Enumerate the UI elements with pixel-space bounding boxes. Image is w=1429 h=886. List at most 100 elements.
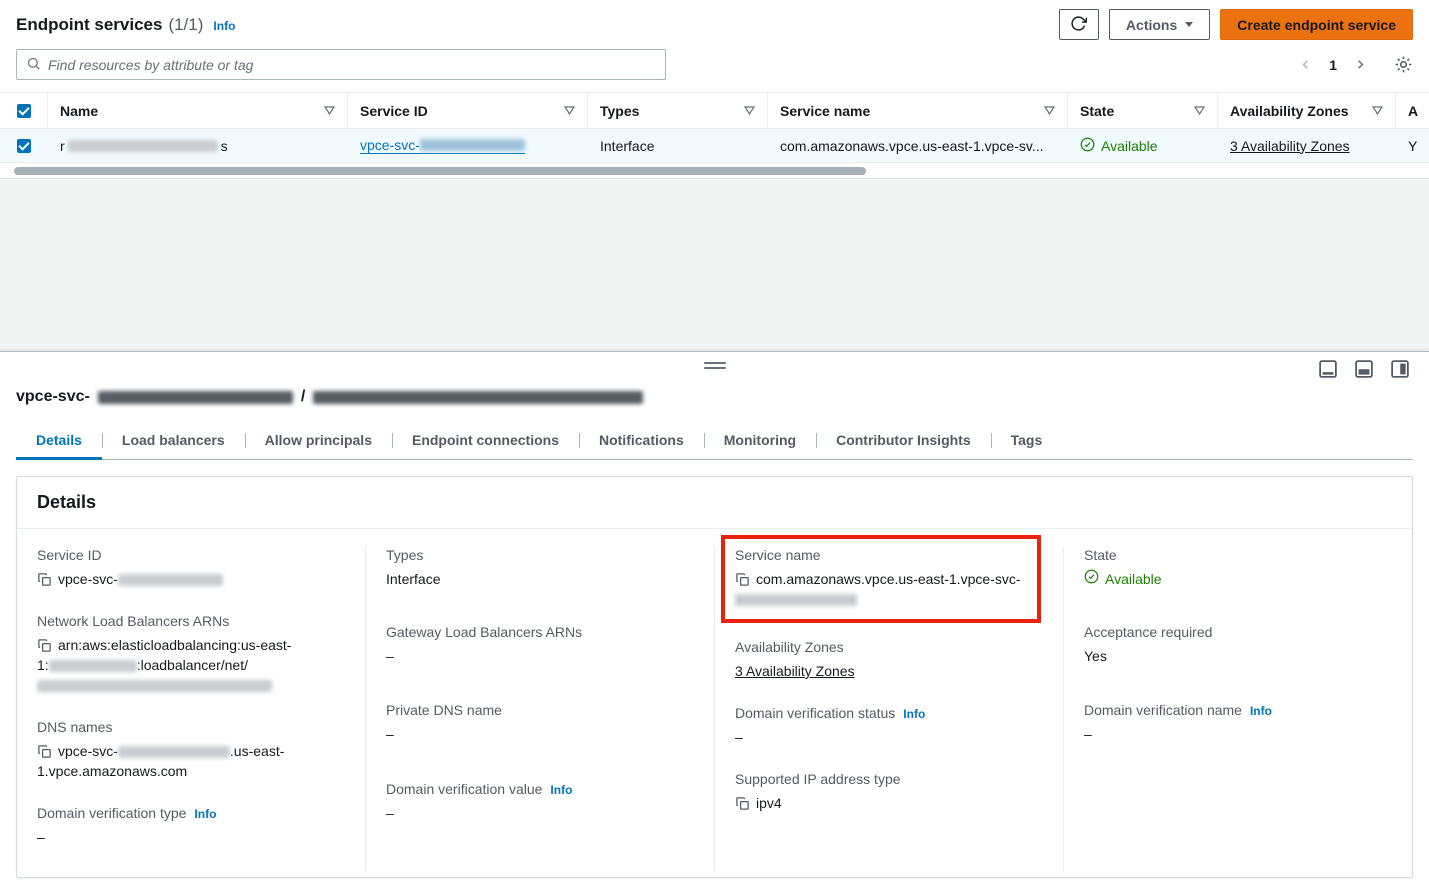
next-page-button[interactable] — [1353, 57, 1368, 72]
tab-load-balancers[interactable]: Load balancers — [102, 422, 245, 459]
field-label: Domain verification statusInfo — [735, 705, 1043, 721]
column-label: A — [1408, 103, 1418, 119]
tab-contributor-insights[interactable]: Contributor Insights — [816, 422, 991, 459]
redacted-text — [313, 391, 643, 404]
panel-split-vertical-icon[interactable] — [1389, 358, 1411, 380]
select-all-checkbox[interactable] — [17, 104, 31, 118]
filter-icon[interactable] — [1044, 106, 1055, 115]
info-link[interactable]: Info — [1250, 704, 1272, 718]
panel-position-bottom-icon[interactable] — [1317, 358, 1339, 380]
settings-gear-icon[interactable] — [1394, 55, 1413, 74]
details-column-1: Service ID vpce-svc- Network Load Balanc… — [17, 547, 365, 871]
cell-service-name: com.amazonaws.vpce.us-east-1.vpce-sv... — [768, 129, 1068, 162]
copy-icon[interactable] — [37, 744, 52, 759]
filter-icon[interactable] — [564, 106, 575, 115]
filter-icon[interactable] — [744, 106, 755, 115]
field-label: Private DNS name — [386, 702, 694, 718]
search-box[interactable] — [16, 49, 666, 80]
field-domain-verification-value: Domain verification valueInfo – — [386, 781, 694, 823]
horizontal-scrollbar-thumb[interactable] — [14, 167, 866, 175]
info-link[interactable]: Info — [550, 783, 572, 797]
value-text: arn:aws:elasticloadbalancing:us-east- — [58, 637, 291, 653]
app-root: Endpoint services (1/1) Info Actions Cre… — [0, 0, 1429, 886]
field-value: Yes — [1084, 646, 1392, 666]
column-header-state[interactable]: State — [1068, 93, 1218, 128]
chevron-down-icon — [1185, 22, 1193, 27]
search-icon — [26, 56, 41, 74]
details-split-panel: vpce-svc- / Details Load balancers Allow… — [0, 351, 1429, 886]
search-input[interactable] — [48, 57, 656, 73]
field-label: Domain verification typeInfo — [37, 805, 345, 821]
value-text: 1: — [37, 657, 49, 673]
field-domain-verification-name: Domain verification nameInfo – — [1084, 702, 1392, 744]
field-value: 3 Availability Zones — [735, 661, 1043, 681]
field-value: – — [37, 827, 345, 847]
field-dns-names: DNS names vpce-svc-.us-east- 1.vpce.amaz… — [37, 719, 345, 781]
copy-icon[interactable] — [37, 638, 52, 653]
state-text: Available — [1105, 569, 1162, 589]
field-label: Gateway Load Balancers ARNs — [386, 624, 694, 640]
check-circle-icon — [1080, 137, 1095, 155]
copy-icon[interactable] — [37, 572, 52, 587]
service-id-link[interactable]: vpce-svc- — [360, 138, 525, 154]
field-nlb-arns: Network Load Balancers ARNs arn:aws:elas… — [37, 613, 345, 695]
actions-button[interactable]: Actions — [1109, 9, 1210, 40]
field-domain-verification-type: Domain verification typeInfo – — [37, 805, 345, 847]
cell-types: Interface — [588, 129, 768, 162]
create-endpoint-service-button[interactable]: Create endpoint service — [1220, 9, 1413, 40]
field-value: – — [386, 803, 694, 823]
filter-icon[interactable] — [324, 106, 335, 115]
table-row[interactable]: r s vpce-svc- Interface com.amazonaws.vp… — [0, 129, 1429, 163]
field-label: DNS names — [37, 719, 345, 735]
field-label: Service name — [735, 547, 1027, 563]
field-value: com.amazonaws.vpce.us-east-1.vpce-svc- — [735, 569, 1027, 609]
copy-icon[interactable] — [735, 572, 750, 587]
tab-endpoint-connections[interactable]: Endpoint connections — [392, 422, 579, 459]
column-header-service-name[interactable]: Service name — [768, 93, 1068, 128]
value-text: vpce-svc- — [58, 571, 118, 587]
field-value: Available — [1084, 569, 1392, 589]
tab-tags[interactable]: Tags — [991, 422, 1063, 459]
tab-allow-principals[interactable]: Allow principals — [245, 422, 392, 459]
field-value: – — [386, 724, 694, 744]
info-link[interactable]: Info — [213, 19, 235, 33]
cell-state: Available — [1068, 129, 1218, 162]
column-label: Availability Zones — [1230, 103, 1349, 119]
acceptance-fragment: Y — [1408, 138, 1417, 154]
horizontal-scrollbar-track[interactable] — [0, 163, 1429, 178]
field-label: Acceptance required — [1084, 624, 1392, 640]
filter-icon[interactable] — [1194, 106, 1205, 115]
column-header-availability-zones[interactable]: Availability Zones — [1218, 93, 1396, 128]
redacted-text — [37, 680, 272, 692]
table-header-row: Name Service ID Types Service name State — [0, 93, 1429, 129]
column-header-acceptance[interactable]: A — [1396, 93, 1429, 128]
refresh-button[interactable] — [1059, 9, 1099, 40]
field-label: Network Load Balancers ARNs — [37, 613, 345, 629]
details-card-body: Service ID vpce-svc- Network Load Balanc… — [17, 529, 1412, 877]
tab-monitoring[interactable]: Monitoring — [704, 422, 816, 459]
split-panel-drag-handle[interactable] — [704, 362, 726, 369]
column-header-name[interactable]: Name — [48, 93, 348, 128]
info-link[interactable]: Info — [194, 807, 216, 821]
field-state: State Available — [1084, 547, 1392, 589]
copy-icon[interactable] — [735, 796, 750, 811]
field-acceptance-required: Acceptance required Yes — [1084, 624, 1392, 666]
panel-title: vpce-svc- / — [16, 352, 1413, 406]
field-label: Domain verification valueInfo — [386, 781, 694, 797]
column-header-types[interactable]: Types — [588, 93, 768, 128]
availability-zones-link[interactable]: 3 Availability Zones — [1230, 138, 1350, 154]
page-number[interactable]: 1 — [1327, 57, 1339, 73]
filter-icon[interactable] — [1372, 106, 1383, 115]
panel-title-separator: / — [301, 388, 305, 406]
column-header-service-id[interactable]: Service ID — [348, 93, 588, 128]
panel-split-horizontal-icon[interactable] — [1353, 358, 1375, 380]
previous-page-button[interactable] — [1298, 57, 1313, 72]
panel-layout-controls — [1317, 358, 1411, 380]
status-badge: Available — [1080, 137, 1158, 155]
availability-zones-link[interactable]: 3 Availability Zones — [735, 663, 855, 679]
tab-details[interactable]: Details — [16, 422, 102, 459]
tab-notifications[interactable]: Notifications — [579, 422, 704, 459]
row-checkbox[interactable] — [17, 139, 31, 153]
info-link[interactable]: Info — [903, 707, 925, 721]
field-service-id: Service ID vpce-svc- — [37, 547, 345, 589]
